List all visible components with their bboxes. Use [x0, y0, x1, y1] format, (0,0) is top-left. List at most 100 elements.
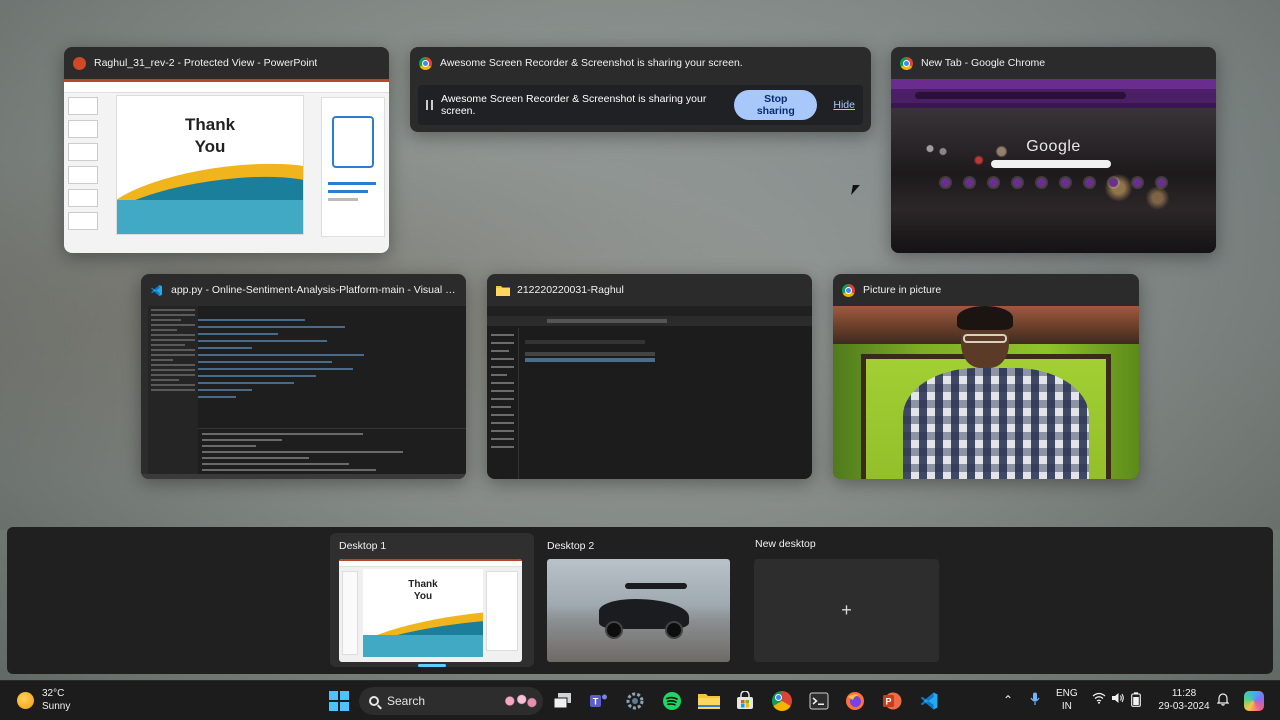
taskbar: 32°C Sunny Search T P ⌃ ENG IN 11:28 29-… [0, 680, 1280, 720]
shortcut-tiles [941, 178, 1166, 187]
desktop-1[interactable]: Desktop 1 Thank You [330, 533, 534, 667]
vscode-icon [150, 284, 163, 297]
chrome-icon [900, 56, 913, 70]
clock[interactable]: 11:28 29-03-2024 [1157, 687, 1211, 713]
slide-title: Thank You [408, 579, 438, 602]
language-region: IN [1061, 701, 1072, 712]
file-explorer-button[interactable] [698, 690, 720, 712]
svg-text:P: P [885, 697, 891, 707]
google-search-box [991, 160, 1111, 168]
vscode-icon [920, 692, 938, 710]
window-titlebar: app.py - Online-Sentiment-Analysis-Platf… [141, 274, 466, 306]
settings-button[interactable] [624, 690, 646, 712]
desktop-2[interactable]: Desktop 2 [538, 533, 742, 667]
windows-start-icon [329, 691, 349, 711]
weather-temp: 32°C [42, 688, 65, 699]
slide-rail [68, 97, 98, 245]
teams-icon: T [590, 694, 607, 707]
window-title: Raghul_31_rev-2 - Protected View - Power… [94, 57, 318, 69]
slide-title: Thank You [184, 115, 236, 156]
window-chrome-new-tab[interactable]: New Tab - Google Chrome Google [891, 47, 1216, 253]
terminal-icon [809, 692, 829, 710]
chrome-icon [419, 56, 432, 70]
store-icon [737, 691, 753, 709]
notification-bell-icon[interactable] [1215, 692, 1231, 708]
firefox-icon [846, 692, 864, 710]
search-icon [369, 696, 379, 706]
slide-canvas: Thank You [116, 95, 304, 235]
onedrive-panel [321, 97, 385, 237]
weather-condition: Sunny [42, 701, 71, 712]
chrome-icon [772, 691, 792, 711]
new-desktop-label: New desktop [755, 538, 816, 550]
window-preview: Google [891, 79, 1216, 253]
powerpoint-icon: P [883, 692, 902, 710]
taskbar-search[interactable]: Search [359, 687, 543, 715]
window-sharing-bar[interactable]: Awesome Screen Recorder & Screenshot is … [410, 47, 871, 132]
store-button[interactable] [734, 690, 756, 712]
clock-time: 11:28 [1171, 688, 1197, 699]
powerpoint-taskbar-button[interactable]: P [881, 690, 903, 712]
desktop-thumbnail [547, 559, 730, 662]
plus-icon: + [841, 600, 852, 620]
teams-button[interactable]: T [588, 690, 610, 712]
sun-icon [17, 691, 34, 709]
active-desktop-indicator [418, 664, 446, 667]
window-title: New Tab - Google Chrome [921, 57, 1046, 69]
new-desktop-button[interactable]: + [754, 559, 939, 662]
window-titlebar: New Tab - Google Chrome [891, 47, 1216, 79]
show-hidden-icons-chevron-icon[interactable]: ⌃ [1000, 692, 1016, 708]
google-logo: Google [1026, 138, 1081, 155]
sharing-notification: Awesome Screen Recorder & Screenshot is … [418, 85, 863, 125]
search-highlight-icon [503, 693, 537, 709]
powerpoint-icon [73, 56, 86, 70]
window-picture-in-picture[interactable]: Picture in picture [833, 274, 1139, 479]
volume-icon[interactable] [1110, 692, 1126, 708]
language-indicator[interactable]: ENG IN [1056, 687, 1078, 713]
language-code: ENG [1056, 688, 1078, 699]
ribbon [64, 79, 389, 93]
weather-widget[interactable]: 32°C Sunny [17, 687, 70, 713]
chrome-icon [842, 283, 855, 297]
settings-icon [626, 692, 644, 710]
window-preview [487, 306, 812, 479]
window-preview: Thank You [64, 79, 389, 253]
hide-link[interactable]: Hide [833, 99, 855, 111]
drag-handle-icon[interactable] [426, 100, 433, 110]
stop-sharing-button[interactable]: Stop sharing [734, 90, 818, 120]
desktop-label: Desktop 1 [339, 540, 387, 552]
firefox-button[interactable] [844, 690, 866, 712]
desktop-thumbnail: Thank You [339, 559, 522, 662]
clock-date: 29-03-2024 [1158, 701, 1210, 712]
sharing-message: Awesome Screen Recorder & Screenshot is … [441, 93, 707, 117]
window-titlebar: Raghul_31_rev-2 - Protected View - Power… [64, 47, 389, 79]
task-view-icon [553, 693, 571, 709]
battery-icon[interactable] [1128, 692, 1144, 708]
copilot-icon[interactable] [1244, 691, 1264, 711]
task-view-button[interactable] [552, 690, 574, 712]
spotify-icon [663, 692, 681, 710]
file-explorer-icon [698, 694, 720, 709]
window-title: 212220220031-Raghul [517, 284, 624, 296]
window-vscode[interactable]: app.py - Online-Sentiment-Analysis-Platf… [141, 274, 466, 479]
window-titlebar: Picture in picture [833, 274, 1139, 306]
wifi-icon[interactable] [1091, 692, 1107, 708]
window-powerpoint[interactable]: Raghul_31_rev-2 - Protected View - Power… [64, 47, 389, 253]
search-label: Search [387, 694, 426, 708]
svg-text:T: T [593, 697, 599, 707]
terminal-button[interactable] [808, 690, 830, 712]
chrome-taskbar-button[interactable] [771, 690, 793, 712]
spotify-button[interactable] [661, 690, 683, 712]
microphone-icon[interactable] [1027, 692, 1043, 708]
window-titlebar: 212220220031-Raghul [487, 274, 812, 306]
start-button[interactable] [328, 690, 350, 712]
window-title: app.py - Online-Sentiment-Analysis-Platf… [171, 284, 457, 296]
window-file-explorer[interactable]: 212220220031-Raghul [487, 274, 812, 479]
window-preview [141, 306, 466, 479]
desktop-label: Desktop 2 [547, 540, 595, 552]
window-title: Awesome Screen Recorder & Screenshot is … [440, 57, 743, 69]
video-frame [833, 306, 1139, 479]
window-title: Picture in picture [863, 284, 942, 296]
vscode-taskbar-button[interactable] [918, 690, 940, 712]
folder-icon [496, 284, 510, 297]
